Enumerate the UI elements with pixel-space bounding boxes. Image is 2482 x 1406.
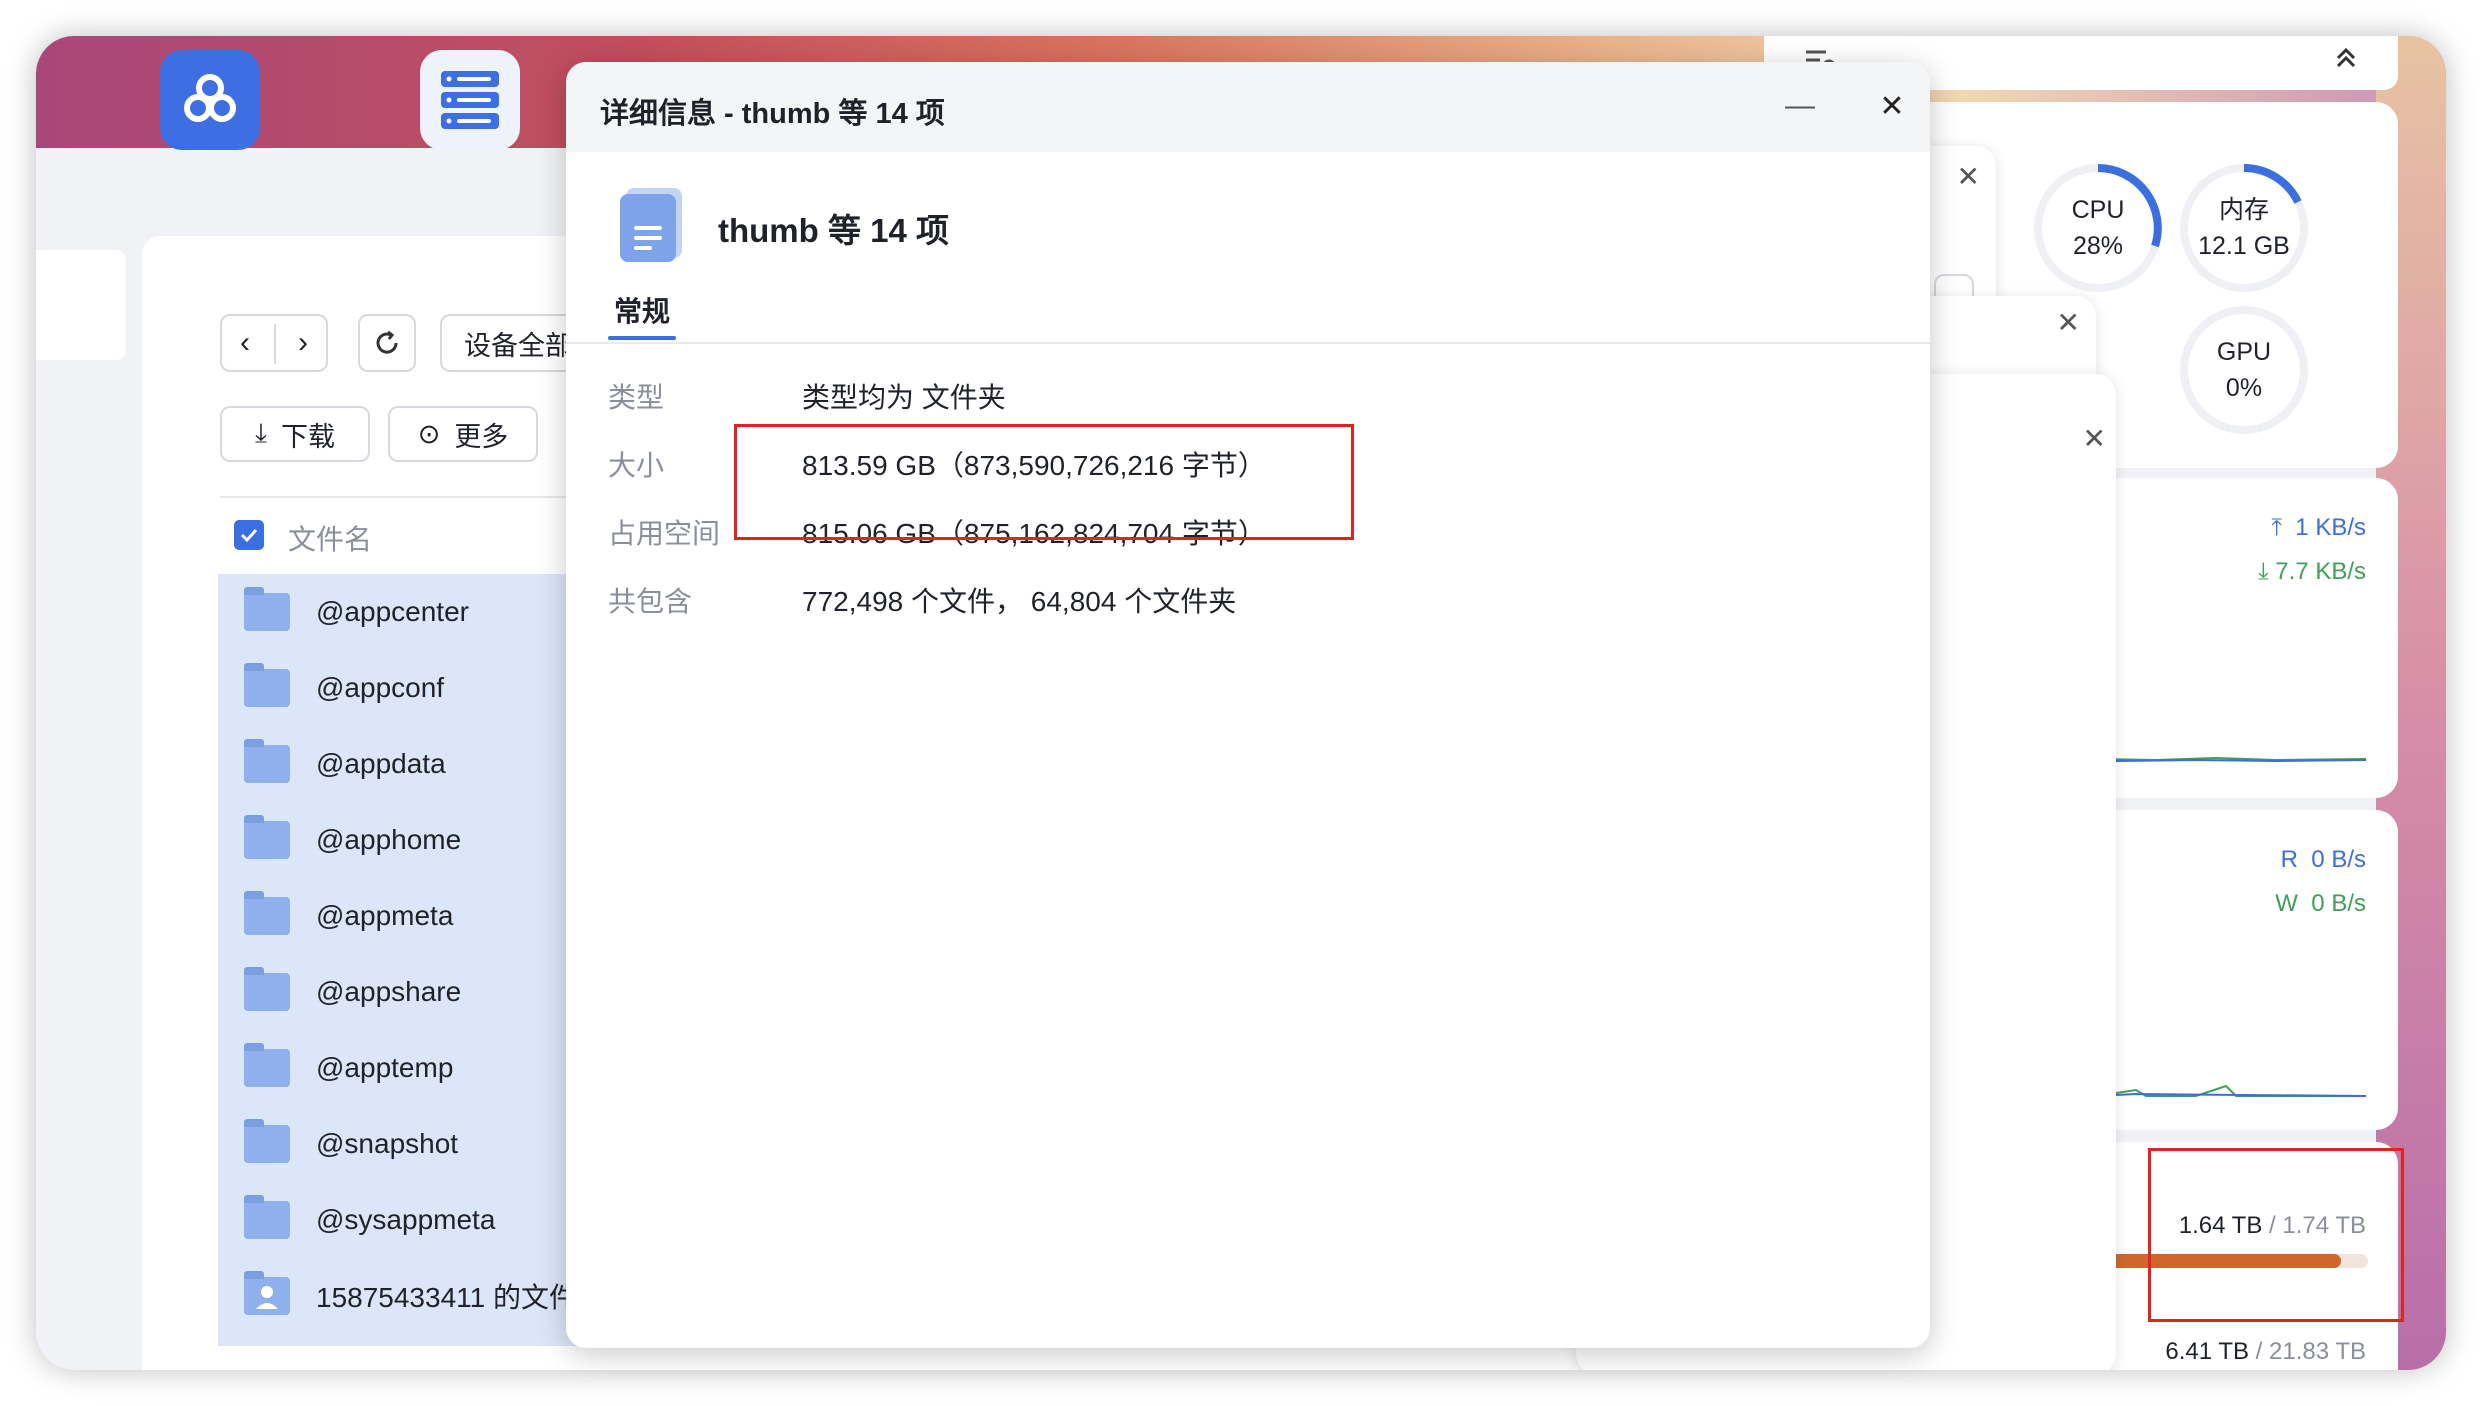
folder-icon — [244, 663, 290, 707]
file-name: @snapshot — [316, 1128, 459, 1159]
close-icon[interactable]: ✕ — [1957, 160, 1980, 193]
file-name: @apphome — [316, 824, 462, 855]
minimize-icon[interactable]: — — [1780, 86, 1820, 126]
folder-icon — [244, 1195, 290, 1239]
close-icon[interactable]: ✕ — [2083, 422, 2106, 455]
size-label: 大小 — [608, 450, 665, 481]
file-name: @appmeta — [316, 900, 454, 931]
file-name: 15875433411 的文件 — [316, 1282, 577, 1313]
tab-indicator — [608, 336, 676, 340]
folder-icon — [244, 891, 290, 935]
file-name: @sysappmeta — [316, 1204, 496, 1235]
user-folder-icon — [244, 1271, 290, 1315]
close-icon[interactable]: ✕ — [2057, 306, 2080, 339]
folder-icon — [244, 587, 290, 631]
document-stack-icon — [620, 188, 682, 262]
file-name: @apptemp — [316, 1052, 454, 1083]
dialog-header: 详细信息 - thumb 等 14 项 — ✕ — [566, 62, 1930, 152]
file-name: @appshare — [316, 976, 462, 1007]
close-icon[interactable]: ✕ — [1872, 86, 1912, 126]
type-label: 类型 — [608, 382, 665, 413]
disk-usage-label: 占用空间 — [608, 518, 721, 549]
tab-divider — [566, 342, 1930, 344]
properties-dialog: 详细信息 - thumb 等 14 项 — ✕ thumb 等 14 项 常规 … — [566, 62, 1930, 1348]
file-name: @appdata — [316, 748, 446, 779]
folder-icon — [244, 815, 290, 859]
type-value: 类型均为 文件夹 — [802, 382, 1006, 413]
contains-value: 772,498 个文件， 64,804 个文件夹 — [802, 586, 1237, 617]
highlight-box-size — [734, 424, 1354, 540]
folder-icon — [244, 1043, 290, 1087]
folder-icon — [244, 967, 290, 1011]
dialog-heading: thumb 等 14 项 — [718, 212, 950, 249]
file-name: @appcenter — [316, 596, 469, 627]
folder-icon — [244, 739, 290, 783]
dialog-title: 详细信息 - thumb 等 14 项 — [600, 98, 945, 130]
file-name: @appconf — [316, 672, 445, 703]
contains-label: 共包含 — [608, 586, 693, 617]
highlight-box-storage — [2148, 1148, 2404, 1322]
tab-general[interactable]: 常规 — [614, 290, 670, 330]
folder-icon — [244, 1119, 290, 1163]
